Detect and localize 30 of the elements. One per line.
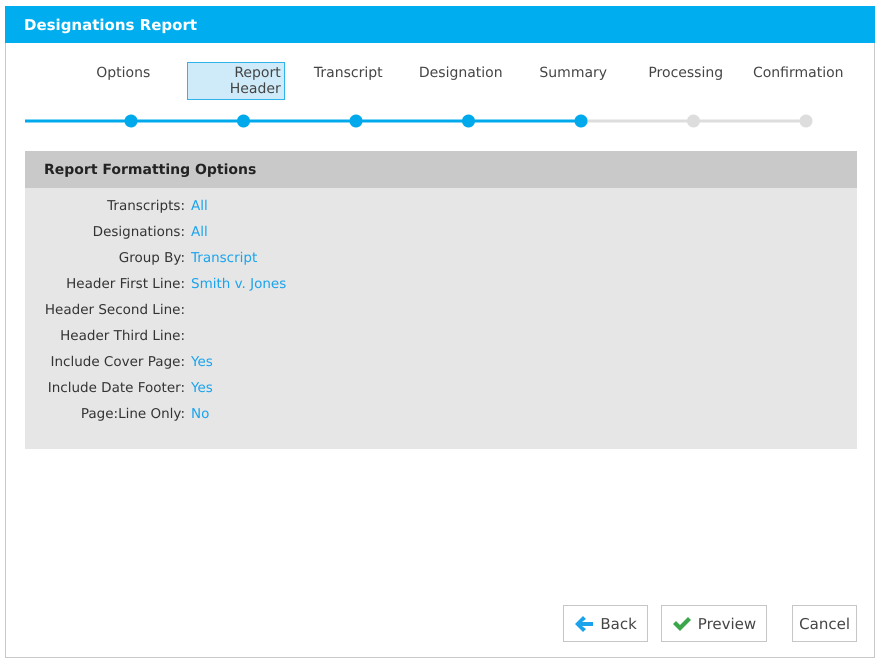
- field-label: Include Cover Page:: [50, 353, 185, 372]
- step-tab[interactable]: Summary: [535, 62, 612, 84]
- field-label: Header Second Line:: [44, 301, 185, 320]
- field-label: Header Third Line:: [59, 327, 185, 346]
- step-tab[interactable]: Designation: [414, 62, 507, 84]
- step-tab[interactable]: Processing: [644, 62, 728, 84]
- step-tab[interactable]: Options: [92, 62, 154, 84]
- field-value: Smith v. Jones: [191, 275, 288, 294]
- field-value: No: [191, 405, 210, 424]
- preview-button[interactable]: Preview: [660, 605, 768, 642]
- panel-title: Report Formatting Options: [44, 162, 256, 178]
- field-label: Transcripts:: [106, 197, 185, 216]
- step-tab[interactable]: Confirmation: [748, 62, 848, 84]
- field-label: Designations:: [92, 223, 185, 242]
- back-arrow-icon: [574, 614, 594, 632]
- field-label: Include Date Footer:: [46, 379, 185, 398]
- back-button[interactable]: Back: [563, 605, 648, 642]
- field-label: Header First Line:: [65, 275, 185, 294]
- field-value: Yes: [191, 379, 214, 398]
- window-title: Designations Report: [24, 16, 198, 34]
- cancel-button[interactable]: Cancel: [792, 605, 857, 642]
- field-value: All: [191, 197, 209, 216]
- field-label: Page:Line Only:: [80, 405, 185, 424]
- field-value: All: [191, 223, 209, 242]
- check-icon: [672, 616, 692, 632]
- step-tab[interactable]: Report Header: [186, 62, 285, 100]
- field-label: Group By:: [118, 249, 185, 268]
- step-tab[interactable]: Transcript: [310, 62, 387, 84]
- field-value: Yes: [191, 353, 214, 372]
- field-value: Transcript: [191, 249, 258, 268]
